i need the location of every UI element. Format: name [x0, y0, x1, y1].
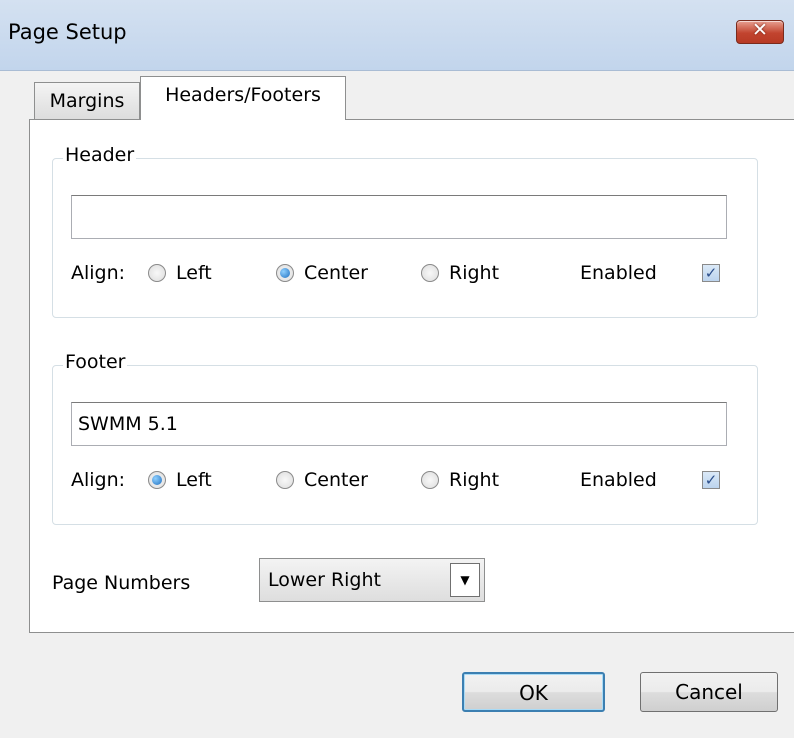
page-numbers-select[interactable]: Lower Right ▼ [259, 558, 485, 602]
close-button[interactable]: ✕ [736, 19, 784, 44]
header-align-right-radio[interactable] [421, 264, 439, 282]
header-align-right-label[interactable]: Right [449, 262, 499, 284]
header-align-center-radio[interactable] [276, 264, 294, 282]
cancel-button[interactable]: Cancel [640, 672, 778, 712]
footer-align-center-label[interactable]: Center [304, 469, 368, 491]
header-align-left-radio[interactable] [148, 264, 166, 282]
header-enabled-checkbox[interactable]: ✓ [702, 264, 720, 282]
page-setup-dialog: Page Setup ✕ Margins Headers/Footers Hea… [0, 0, 794, 738]
tab-margins-label: Margins [49, 90, 125, 112]
page-numbers-value: Lower Right [268, 569, 381, 591]
footer-align-center-radio[interactable] [276, 471, 294, 489]
footer-align-label: Align: [71, 469, 126, 491]
footer-text-input[interactable]: SWMM 5.1 [71, 402, 727, 446]
tab-headers-footers-label: Headers/Footers [165, 84, 321, 106]
header-text-input[interactable] [71, 195, 727, 239]
checkmark-icon: ✓ [704, 264, 718, 282]
ok-button[interactable]: OK [462, 672, 605, 712]
header-group: Header Align: Left Center Right Enabled … [52, 144, 758, 318]
title-bar[interactable]: Page Setup ✕ [0, 0, 794, 71]
window-title: Page Setup [8, 20, 127, 44]
tab-margins[interactable]: Margins [34, 82, 140, 120]
footer-group: Footer SWMM 5.1 Align: Left Center Right… [52, 351, 758, 525]
footer-group-label: Footer [63, 351, 128, 373]
footer-align-left-radio[interactable] [148, 471, 166, 489]
header-align-left-label[interactable]: Left [176, 262, 212, 284]
footer-align-left-label[interactable]: Left [176, 469, 212, 491]
header-align-center-label[interactable]: Center [304, 262, 368, 284]
footer-align-right-label[interactable]: Right [449, 469, 499, 491]
header-enabled-label: Enabled [580, 262, 657, 284]
header-align-label: Align: [71, 262, 126, 284]
header-group-label: Header [63, 144, 137, 166]
footer-enabled-label: Enabled [580, 469, 657, 491]
page-numbers-label: Page Numbers [52, 572, 191, 594]
close-icon: ✕ [752, 19, 768, 41]
chevron-down-icon[interactable]: ▼ [450, 563, 480, 597]
footer-align-right-radio[interactable] [421, 471, 439, 489]
checkmark-icon: ✓ [704, 471, 718, 489]
tab-headers-footers[interactable]: Headers/Footers [140, 76, 346, 120]
headers-footers-panel: Header Align: Left Center Right Enabled … [29, 119, 794, 633]
footer-enabled-checkbox[interactable]: ✓ [702, 471, 720, 489]
